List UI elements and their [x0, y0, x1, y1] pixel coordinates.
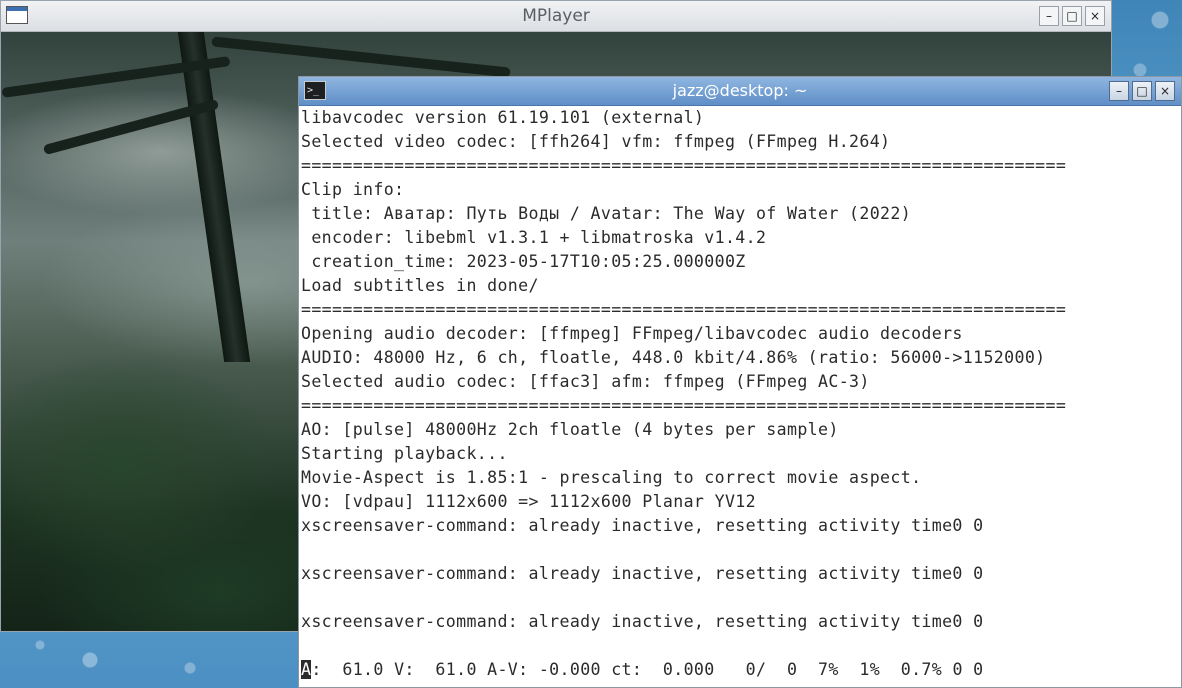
- terminal-line: title: Аватар: Путь Воды / Avatar: The W…: [301, 204, 912, 223]
- terminal-line: ========================================…: [301, 300, 1067, 319]
- playback-status-line: A: 61.0 V: 61.0 A-V: -0.000 ct: 0.000 0/…: [301, 658, 1181, 682]
- terminal-line: Opening audio decoder: [ffmpeg] FFmpeg/l…: [301, 324, 963, 343]
- terminal-line: AUDIO: 48000 Hz, 6 ch, floatle, 448.0 kb…: [301, 348, 1046, 367]
- terminal-titlebar[interactable]: >_ jazz@desktop: ~ – □ ×: [299, 77, 1181, 106]
- terminal-line: encoder: libebml v1.3.1 + libmatroska v1…: [301, 228, 767, 247]
- terminal-maximize-button[interactable]: □: [1132, 81, 1152, 101]
- minimize-button[interactable]: –: [1039, 6, 1059, 26]
- terminal-line: Clip info:: [301, 180, 405, 199]
- terminal-line: xscreensaver-command: already inactive, …: [301, 612, 984, 631]
- terminal-cursor[interactable]: A: [301, 660, 312, 679]
- terminal-line: xscreensaver-command: already inactive, …: [301, 564, 984, 583]
- terminal-line: libavcodec version 61.19.101 (external): [301, 108, 705, 127]
- mplayer-title: MPlayer: [522, 6, 590, 26]
- terminal-line: ========================================…: [301, 396, 1067, 415]
- terminal-line: Selected audio codec: [ffac3] afm: ffmpe…: [301, 372, 870, 391]
- terminal-line: Starting playback...: [301, 444, 508, 463]
- terminal-window[interactable]: >_ jazz@desktop: ~ – □ × libavcodec vers…: [298, 76, 1182, 688]
- tree-trunk-shape: [177, 32, 251, 362]
- terminal-close-button[interactable]: ×: [1155, 81, 1175, 101]
- maximize-button[interactable]: □: [1062, 6, 1082, 26]
- terminal-line: xscreensaver-command: already inactive, …: [301, 516, 984, 535]
- terminal-line: AO: [pulse] 48000Hz 2ch floatle (4 bytes…: [301, 420, 839, 439]
- terminal-line: VO: [vdpau] 1112x600 => 1112x600 Planar …: [301, 492, 756, 511]
- terminal-line: creation_time: 2023-05-17T10:05:25.00000…: [301, 252, 746, 271]
- terminal-line: ========================================…: [301, 156, 1067, 175]
- playback-status-text: : 61.0 V: 61.0 A-V: -0.000 ct: 0.000 0/ …: [311, 660, 984, 679]
- close-button[interactable]: ×: [1085, 6, 1105, 26]
- terminal-line: Movie-Aspect is 1.85:1 - prescaling to c…: [301, 468, 922, 487]
- terminal-minimize-button[interactable]: –: [1109, 81, 1129, 101]
- terminal-output[interactable]: libavcodec version 61.19.101 (external) …: [299, 106, 1181, 687]
- terminal-line: Selected video codec: [ffh264] vfm: ffmp…: [301, 132, 891, 151]
- mplayer-titlebar[interactable]: MPlayer – □ ×: [1, 1, 1111, 32]
- terminal-title: jazz@desktop: ~: [672, 81, 808, 100]
- tree-branch-shape: [211, 36, 511, 78]
- terminal-line: Load subtitles in done/: [301, 276, 539, 295]
